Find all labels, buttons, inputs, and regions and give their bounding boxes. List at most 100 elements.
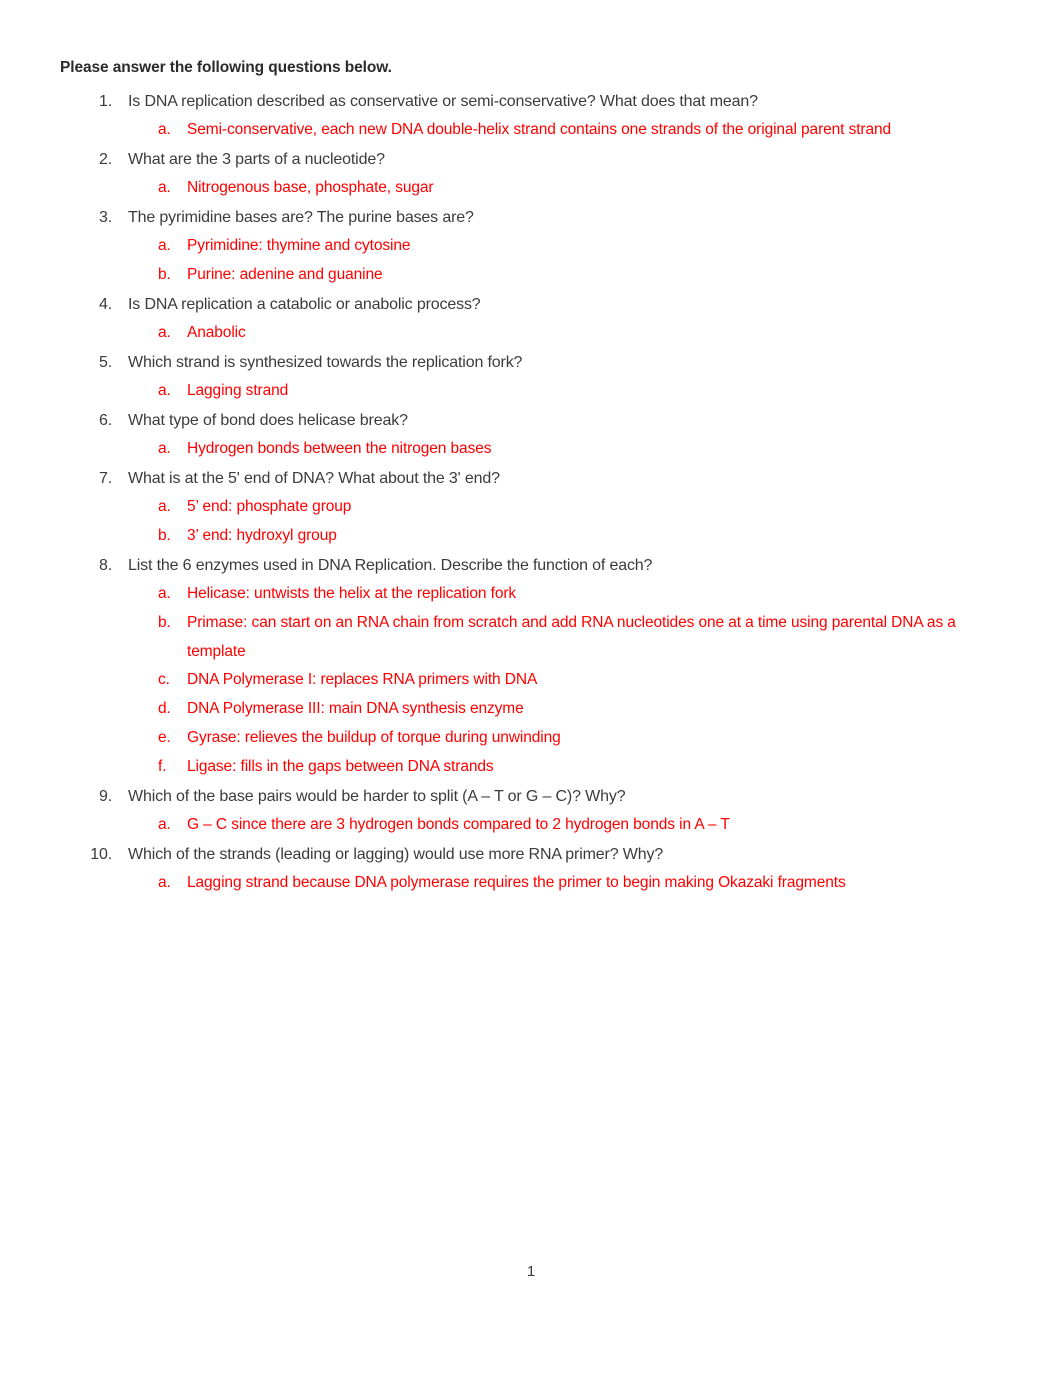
- answer-item: a. Lagging strand: [60, 377, 990, 406]
- question-text: The pyrimidine bases are? The purine bas…: [128, 209, 474, 226]
- answer-row: b. Primase: can start on an RNA chain fro…: [60, 609, 990, 666]
- answer-list: a. G – C since there are 3 hydrogen bonds…: [60, 811, 990, 840]
- answer-text: Lagging strand because DNA polymerase re…: [187, 874, 846, 891]
- answer-text: Gyrase: relieves the buildup of torque d…: [187, 729, 561, 746]
- question-text: Is DNA replication described as conserva…: [128, 93, 758, 110]
- answer-item: a. Pyrimidine: thymine and cytosine: [60, 232, 990, 261]
- answer-list: a. Hydrogen bonds between the nitrogen ba…: [60, 435, 990, 464]
- answer-text: Semi-conservative, each new DNA double-h…: [187, 121, 892, 138]
- answer-marker: a.: [158, 237, 171, 254]
- answer-marker: b.: [158, 266, 171, 283]
- answer-row: a. Semi-conservative, each new DNA double…: [60, 116, 990, 145]
- answer-text: Hydrogen bonds between the nitrogen base…: [187, 440, 492, 457]
- answer-text: Ligase: fills in the gaps between DNA st…: [187, 758, 494, 775]
- answer-text: Primase: can start on an RNA chain from …: [187, 614, 956, 660]
- answer-text: DNA Polymerase I: replaces RNA primers w…: [187, 671, 538, 688]
- answer-row: d. DNA Polymerase III: main DNA synthesis…: [60, 695, 990, 724]
- question-marker: 5.: [98, 354, 112, 371]
- answer-row: b. 3’ end: hydroxyl group: [60, 522, 990, 551]
- answer-text: Helicase: untwists the helix at the repl…: [187, 585, 517, 602]
- answer-list: a. Semi-conservative, each new DNA double…: [60, 116, 990, 145]
- answer-marker: a.: [158, 585, 171, 602]
- answer-marker: a.: [158, 816, 171, 833]
- answer-row: a. Hydrogen bonds between the nitrogen ba…: [60, 435, 990, 464]
- answer-text: DNA Polymerase III: main DNA synthesis e…: [187, 700, 524, 717]
- question-row: 8. List the 6 enzymes used in DNA Replica…: [60, 551, 990, 580]
- answer-row: a. 5’ end: phosphate group: [60, 493, 990, 522]
- question-item: 9. Which of the base pairs would be harde…: [60, 782, 990, 840]
- answer-item: d. DNA Polymerase III: main DNA synthesis…: [60, 695, 990, 724]
- question-item: 1. Is DNA replication described as conser…: [60, 87, 990, 145]
- question-marker: 1.: [98, 93, 112, 110]
- answer-row: a. Nitrogenous base, phosphate, sugar: [60, 174, 990, 203]
- answer-text: Purine: adenine and guanine: [187, 266, 383, 283]
- question-text: Is DNA replication a catabolic or anabol…: [128, 296, 481, 313]
- answer-row: a. Lagging strand: [60, 377, 990, 406]
- answer-item: e. Gyrase: relieves the buildup of torque…: [60, 724, 990, 753]
- question-row: 3. The pyrimidine bases are? The purine b…: [60, 203, 990, 232]
- question-marker: 9.: [98, 788, 112, 805]
- question-text: What are the 3 parts of a nucleotide?: [128, 151, 385, 168]
- question-row: 6. What type of bond does helicase break?: [60, 406, 990, 435]
- answer-item: a. 5’ end: phosphate group: [60, 493, 990, 522]
- question-row: 1. Is DNA replication described as conser…: [60, 87, 990, 116]
- answer-item: a. Hydrogen bonds between the nitrogen ba…: [60, 435, 990, 464]
- answer-item: a. Semi-conservative, each new DNA double…: [60, 116, 990, 145]
- question-text: List the 6 enzymes used in DNA Replicati…: [128, 557, 653, 574]
- answer-row: a. Lagging strand because DNA polymerase …: [60, 869, 990, 898]
- answer-item: a. Lagging strand because DNA polymerase …: [60, 869, 990, 898]
- question-marker: 6.: [98, 412, 112, 429]
- page-title: Please answer the following questions be…: [60, 59, 392, 76]
- answer-marker: a.: [158, 382, 171, 399]
- question-text: Which of the strands (leading or lagging…: [128, 846, 664, 863]
- question-row: 4. Is DNA replication a catabolic or anab…: [60, 290, 990, 319]
- question-text: Which of the base pairs would be harder …: [128, 788, 626, 805]
- question-row: 2. What are the 3 parts of a nucleotide?: [60, 145, 990, 174]
- question-item: 2. What are the 3 parts of a nucleotide? a…: [60, 145, 990, 203]
- answer-text: G – C since there are 3 hydrogen bonds c…: [187, 816, 730, 833]
- answer-marker: c.: [158, 671, 170, 688]
- page-number: 1: [526, 1263, 536, 1280]
- question-item: 5. Which strand is synthesized towards th…: [60, 348, 990, 406]
- question-marker: 8.: [98, 557, 112, 574]
- question-item: 8. List the 6 enzymes used in DNA Replica…: [60, 551, 990, 782]
- question-text: What is at the 5' end of DNA? What about…: [128, 470, 500, 487]
- answer-text: Lagging strand: [187, 382, 289, 399]
- answer-item: a. G – C since there are 3 hydrogen bonds…: [60, 811, 990, 840]
- question-marker: 7.: [98, 470, 112, 487]
- answer-row: c. DNA Polymerase I: replaces RNA primers…: [60, 666, 990, 695]
- question-item: 10. Which of the strands (leading or lagg…: [60, 840, 990, 898]
- answer-row: a. G – C since there are 3 hydrogen bonds…: [60, 811, 990, 840]
- answer-row: a. Anabolic: [60, 319, 990, 348]
- answer-list: a. 5’ end: phosphate group b. 3’ end: hydro…: [60, 493, 990, 551]
- answer-marker: a.: [158, 121, 171, 138]
- answer-item: c. DNA Polymerase I: replaces RNA primers…: [60, 666, 990, 695]
- answer-row: e. Gyrase: relieves the buildup of torque…: [60, 724, 990, 753]
- question-text: What type of bond does helicase break?: [128, 412, 408, 429]
- answer-marker: e.: [158, 729, 171, 746]
- question-row: 7. What is at the 5' end of DNA? What abo…: [60, 464, 990, 493]
- answer-list: a. Lagging strand because DNA polymerase …: [60, 869, 990, 898]
- question-marker: 4.: [98, 296, 112, 313]
- question-row: 9. Which of the base pairs would be harde…: [60, 782, 990, 811]
- answer-marker: a.: [158, 874, 171, 891]
- answer-list: a. Anabolic: [60, 319, 990, 348]
- document-page: Please answer the following questions be…: [0, 0, 1062, 1377]
- question-marker: 10.: [90, 846, 112, 863]
- answer-marker: a.: [158, 440, 171, 457]
- answer-list: a. Lagging strand: [60, 377, 990, 406]
- answer-marker: b.: [158, 527, 171, 544]
- answer-marker: f.: [158, 758, 167, 775]
- answer-item: a. Helicase: untwists the helix at the re…: [60, 580, 990, 609]
- answer-row: b. Purine: adenine and guanine: [60, 261, 990, 290]
- answer-marker: a.: [158, 179, 171, 196]
- answer-marker: d.: [158, 700, 171, 717]
- question-marker: 2.: [98, 151, 112, 168]
- question-item: 6. What type of bond does helicase break?…: [60, 406, 990, 464]
- answer-list: a. Helicase: untwists the helix at the re…: [60, 580, 990, 782]
- answer-list: a. Nitrogenous base, phosphate, sugar: [60, 174, 990, 203]
- question-list: 1. Is DNA replication described as conser…: [60, 87, 990, 898]
- answer-marker: a.: [158, 498, 171, 515]
- question-item: 7. What is at the 5' end of DNA? What abo…: [60, 464, 990, 551]
- answer-item: a. Anabolic: [60, 319, 990, 348]
